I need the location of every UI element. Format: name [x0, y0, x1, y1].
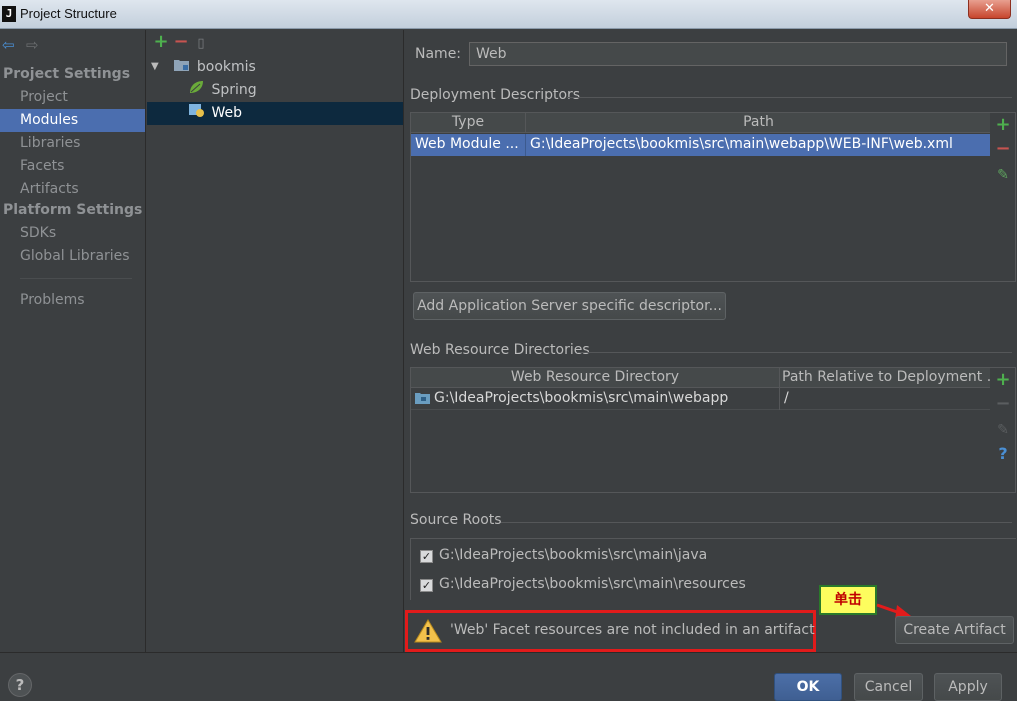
tree-toolbar: + − ▯	[151, 32, 211, 52]
tree-node-bookmis[interactable]: ▼ bookmis	[147, 56, 403, 79]
nav-group-project-settings: Project Settings	[3, 66, 131, 82]
column-header-relative-path[interactable]: Path Relative to Deployment ...	[780, 368, 991, 388]
source-root-path: G:\IdeaProjects\bookmis\src\main\java	[439, 547, 708, 563]
title-bar: J Project Structure ✕	[0, 0, 1017, 29]
expand-arrow-icon[interactable]: ▼	[151, 56, 167, 78]
facet-settings-panel: Name: Web Deployment Descriptors Type Pa…	[405, 30, 1017, 652]
source-root-path: G:\IdeaProjects\bookmis\src\main\resourc…	[439, 576, 746, 592]
name-input[interactable]: Web	[469, 42, 1007, 66]
remove-resource-icon[interactable]: −	[990, 394, 1016, 414]
web-facet-icon	[189, 102, 204, 124]
web-resource-directories-title: Web Resource Directories	[410, 342, 590, 358]
web-folder-icon	[415, 390, 430, 410]
ok-button[interactable]: OK	[774, 673, 842, 701]
tree-node-web[interactable]: Web	[147, 102, 403, 125]
help-question-icon[interactable]: ?	[990, 444, 1016, 464]
section-divider	[567, 97, 1012, 98]
help-button[interactable]: ?	[8, 673, 32, 697]
name-label: Name:	[415, 46, 462, 62]
intellij-app-icon: J	[2, 6, 16, 22]
create-artifact-button[interactable]: Create Artifact	[895, 616, 1014, 644]
nav-item-libraries[interactable]: Libraries	[0, 132, 145, 155]
add-resource-icon[interactable]: +	[990, 370, 1016, 390]
apply-button[interactable]: Apply	[934, 673, 1002, 701]
add-icon[interactable]: +	[151, 32, 171, 52]
warning-triangle-icon	[414, 619, 442, 643]
add-descriptor-icon[interactable]: +	[990, 115, 1016, 135]
nav-item-project[interactable]: Project	[0, 86, 145, 109]
deployment-toolbar: + − ✎	[990, 112, 1016, 282]
deployment-descriptors-title: Deployment Descriptors	[410, 87, 581, 103]
source-root-item[interactable]: ✓ G:\IdeaProjects\bookmis\src\main\java	[420, 545, 707, 565]
resource-directory-cell: G:\IdeaProjects\bookmis\src\main\webapp	[411, 388, 780, 410]
nav-item-modules[interactable]: Modules	[0, 109, 145, 132]
click-annotation-callout: 单击	[819, 585, 877, 615]
remove-descriptor-icon[interactable]: −	[990, 139, 1016, 159]
nav-item-sdks[interactable]: SDKs	[0, 222, 145, 245]
facet-warning-highlight: 'Web' Facet resources are not included i…	[405, 610, 816, 652]
nav-separator	[20, 278, 132, 279]
nav-arrows: ⇦ ⇨	[2, 36, 44, 54]
source-root-item[interactable]: ✓ G:\IdeaProjects\bookmis\src\main\resour…	[420, 574, 746, 594]
source-root-checkbox[interactable]: ✓	[420, 550, 433, 563]
remove-icon[interactable]: −	[171, 32, 191, 52]
descriptor-path-cell: G:\IdeaProjects\bookmis\src\main\webapp\…	[530, 136, 953, 152]
table-header: Web Resource Directory Path Relative to …	[411, 368, 991, 388]
deployment-descriptors-table[interactable]: Type Path Web Module ... G:\IdeaProjects…	[410, 112, 991, 282]
module-tree-panel: + − ▯ ▼ bookmis Spring Web	[147, 30, 404, 652]
column-header-type[interactable]: Type	[411, 113, 526, 133]
nav-item-global-libraries[interactable]: Global Libraries	[0, 245, 145, 268]
nav-item-artifacts[interactable]: Artifacts	[0, 178, 145, 201]
back-arrow-icon[interactable]: ⇦	[2, 36, 20, 54]
add-server-descriptor-button[interactable]: Add Application Server specific descript…	[413, 292, 726, 320]
table-row[interactable]: G:\IdeaProjects\bookmis\src\main\webapp …	[411, 388, 990, 410]
facet-warning-text: 'Web' Facet resources are not included i…	[450, 622, 815, 638]
forward-arrow-icon[interactable]: ⇨	[26, 36, 44, 54]
nav-item-problems[interactable]: Problems	[0, 289, 145, 312]
section-divider	[577, 352, 1012, 353]
web-resource-toolbar: + − ✎ ?	[990, 367, 1016, 493]
relative-path-cell: /	[784, 390, 789, 406]
nav-item-facets[interactable]: Facets	[0, 155, 145, 178]
window-title: Project Structure	[20, 6, 117, 21]
left-navigation: ⇦ ⇨ Project Settings Project Modules Libr…	[0, 30, 146, 652]
edit-pencil-icon[interactable]: ✎	[990, 420, 1016, 440]
copy-icon[interactable]: ▯	[191, 34, 211, 54]
column-header-web-resource-directory[interactable]: Web Resource Directory	[411, 368, 780, 388]
module-folder-icon	[174, 56, 190, 78]
source-root-checkbox[interactable]: ✓	[420, 579, 433, 592]
table-header: Type Path	[411, 113, 990, 133]
window-close-button[interactable]: ✕	[968, 0, 1011, 19]
source-roots-title: Source Roots	[410, 512, 502, 528]
edit-pencil-icon[interactable]: ✎	[990, 165, 1016, 185]
tree-node-spring[interactable]: Spring	[147, 79, 403, 102]
spring-leaf-icon	[189, 79, 204, 101]
table-row[interactable]: Web Module ... G:\IdeaProjects\bookmis\s…	[411, 134, 990, 156]
web-resource-directories-table[interactable]: Web Resource Directory Path Relative to …	[410, 367, 991, 493]
tree-node-label: bookmis	[196, 59, 256, 75]
section-divider	[501, 522, 1012, 523]
descriptor-type-cell: Web Module ...	[411, 134, 526, 156]
tree-node-label: Web	[211, 105, 242, 121]
dialog-footer: ? OK Cancel Apply	[0, 652, 1017, 701]
cancel-button[interactable]: Cancel	[854, 673, 923, 701]
tree-node-label: Spring	[211, 82, 257, 98]
column-header-path[interactable]: Path	[526, 113, 991, 133]
resource-directory-path: G:\IdeaProjects\bookmis\src\main\webapp	[434, 390, 729, 406]
nav-group-platform-settings: Platform Settings	[3, 202, 143, 218]
